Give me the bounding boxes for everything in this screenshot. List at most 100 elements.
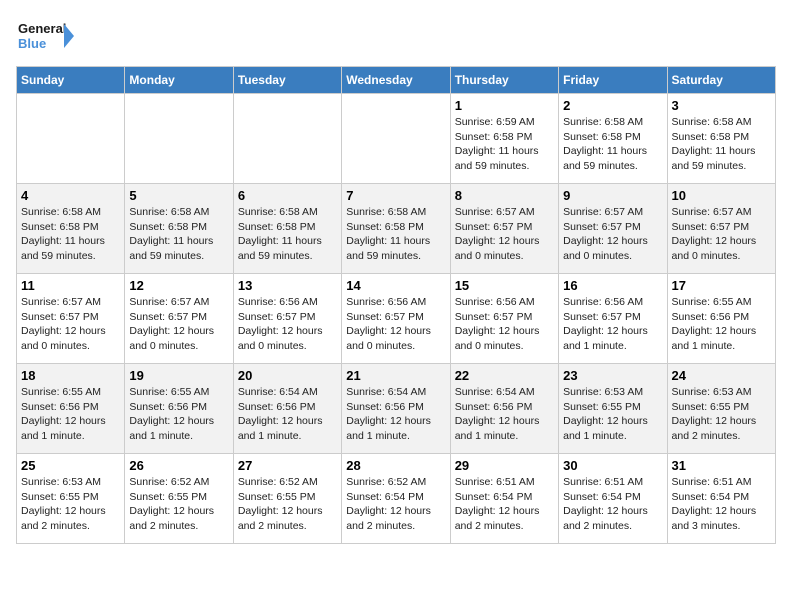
day-info: Sunrise: 6:58 AM Sunset: 6:58 PM Dayligh… (346, 205, 445, 264)
day-info: Sunrise: 6:57 AM Sunset: 6:57 PM Dayligh… (129, 295, 228, 354)
day-number: 21 (346, 368, 445, 383)
weekday-tuesday: Tuesday (233, 67, 341, 94)
calendar-week-4: 18 Sunrise: 6:55 AM Sunset: 6:56 PM Dayli… (17, 364, 776, 454)
calendar-week-1: 1 Sunrise: 6:59 AM Sunset: 6:58 PM Daylig… (17, 94, 776, 184)
svg-text:Blue: Blue (18, 36, 46, 51)
logo: GeneralBlue (16, 16, 76, 56)
day-info: Sunrise: 6:58 AM Sunset: 6:58 PM Dayligh… (563, 115, 662, 174)
day-number: 10 (672, 188, 771, 203)
calendar-cell (125, 94, 233, 184)
calendar-cell: 30 Sunrise: 6:51 AM Sunset: 6:54 PM Dayli… (559, 454, 667, 544)
day-info: Sunrise: 6:57 AM Sunset: 6:57 PM Dayligh… (21, 295, 120, 354)
day-info: Sunrise: 6:54 AM Sunset: 6:56 PM Dayligh… (455, 385, 554, 444)
svg-text:General: General (18, 21, 66, 36)
calendar-cell: 10 Sunrise: 6:57 AM Sunset: 6:57 PM Dayli… (667, 184, 775, 274)
calendar-cell: 19Sunrise: 6:55 AM Sunset: 6:56 PM Dayli… (125, 364, 233, 454)
day-info: Sunrise: 6:58 AM Sunset: 6:58 PM Dayligh… (129, 205, 228, 264)
day-number: 13 (238, 278, 337, 293)
day-number: 24 (672, 368, 771, 383)
day-number: 27 (238, 458, 337, 473)
calendar-cell: 31 Sunrise: 6:51 AM Sunset: 6:54 PM Dayli… (667, 454, 775, 544)
weekday-sunday: Sunday (17, 67, 125, 94)
day-info: Sunrise: 6:59 AM Sunset: 6:58 PM Dayligh… (455, 115, 554, 174)
day-info: Sunrise: 6:51 AM Sunset: 6:54 PM Dayligh… (455, 475, 554, 534)
day-info: Sunrise: 6:53 AM Sunset: 6:55 PM Dayligh… (21, 475, 120, 534)
day-info: Sunrise: 6:56 AM Sunset: 6:57 PM Dayligh… (238, 295, 337, 354)
day-info: Sunrise: 6:58 AM Sunset: 6:58 PM Dayligh… (238, 205, 337, 264)
day-info: Sunrise: 6:56 AM Sunset: 6:57 PM Dayligh… (563, 295, 662, 354)
calendar-cell: 24Sunrise: 6:53 AM Sunset: 6:55 PM Dayli… (667, 364, 775, 454)
day-info: Sunrise: 6:57 AM Sunset: 6:57 PM Dayligh… (672, 205, 771, 264)
calendar-cell (17, 94, 125, 184)
calendar-cell (233, 94, 341, 184)
calendar-table: SundayMondayTuesdayWednesdayThursdayFrid… (16, 66, 776, 544)
day-info: Sunrise: 6:55 AM Sunset: 6:56 PM Dayligh… (129, 385, 228, 444)
calendar-week-2: 4 Sunrise: 6:58 AM Sunset: 6:58 PM Daylig… (17, 184, 776, 274)
day-number: 11 (21, 278, 120, 293)
calendar-cell (342, 94, 450, 184)
weekday-saturday: Saturday (667, 67, 775, 94)
calendar-cell: 12 Sunrise: 6:57 AM Sunset: 6:57 PM Dayli… (125, 274, 233, 364)
day-info: Sunrise: 6:58 AM Sunset: 6:58 PM Dayligh… (672, 115, 771, 174)
day-info: Sunrise: 6:54 AM Sunset: 6:56 PM Dayligh… (346, 385, 445, 444)
day-number: 15 (455, 278, 554, 293)
calendar-cell: 9 Sunrise: 6:57 AM Sunset: 6:57 PM Daylig… (559, 184, 667, 274)
weekday-friday: Friday (559, 67, 667, 94)
day-number: 1 (455, 98, 554, 113)
day-number: 26 (129, 458, 228, 473)
day-info: Sunrise: 6:51 AM Sunset: 6:54 PM Dayligh… (563, 475, 662, 534)
day-info: Sunrise: 6:57 AM Sunset: 6:57 PM Dayligh… (563, 205, 662, 264)
day-info: Sunrise: 6:52 AM Sunset: 6:54 PM Dayligh… (346, 475, 445, 534)
day-number: 8 (455, 188, 554, 203)
weekday-thursday: Thursday (450, 67, 558, 94)
calendar-cell: 4 Sunrise: 6:58 AM Sunset: 6:58 PM Daylig… (17, 184, 125, 274)
day-number: 29 (455, 458, 554, 473)
logo-svg: GeneralBlue (16, 16, 76, 56)
day-info: Sunrise: 6:52 AM Sunset: 6:55 PM Dayligh… (238, 475, 337, 534)
day-info: Sunrise: 6:58 AM Sunset: 6:58 PM Dayligh… (21, 205, 120, 264)
calendar-cell: 16 Sunrise: 6:56 AM Sunset: 6:57 PM Dayli… (559, 274, 667, 364)
day-info: Sunrise: 6:55 AM Sunset: 6:56 PM Dayligh… (672, 295, 771, 354)
day-number: 12 (129, 278, 228, 293)
calendar-cell: 17 Sunrise: 6:55 AM Sunset: 6:56 PM Dayli… (667, 274, 775, 364)
calendar-cell: 5Sunrise: 6:58 AM Sunset: 6:58 PM Daylig… (125, 184, 233, 274)
day-number: 16 (563, 278, 662, 293)
calendar-week-3: 11 Sunrise: 6:57 AM Sunset: 6:57 PM Dayli… (17, 274, 776, 364)
calendar-cell: 13 Sunrise: 6:56 AM Sunset: 6:57 PM Dayli… (233, 274, 341, 364)
calendar-cell: 22 Sunrise: 6:54 AM Sunset: 6:56 PM Dayli… (450, 364, 558, 454)
calendar-cell: 2Sunrise: 6:58 AM Sunset: 6:58 PM Daylig… (559, 94, 667, 184)
day-number: 20 (238, 368, 337, 383)
calendar-cell: 15Sunrise: 6:56 AM Sunset: 6:57 PM Dayli… (450, 274, 558, 364)
calendar-cell: 3 Sunrise: 6:58 AM Sunset: 6:58 PM Daylig… (667, 94, 775, 184)
day-number: 3 (672, 98, 771, 113)
day-number: 7 (346, 188, 445, 203)
day-number: 31 (672, 458, 771, 473)
page-header: GeneralBlue (16, 16, 776, 56)
day-number: 22 (455, 368, 554, 383)
weekday-header-row: SundayMondayTuesdayWednesdayThursdayFrid… (17, 67, 776, 94)
calendar-cell: 14Sunrise: 6:56 AM Sunset: 6:57 PM Dayli… (342, 274, 450, 364)
calendar-cell: 25 Sunrise: 6:53 AM Sunset: 6:55 PM Dayli… (17, 454, 125, 544)
calendar-cell: 18 Sunrise: 6:55 AM Sunset: 6:56 PM Dayli… (17, 364, 125, 454)
day-number: 18 (21, 368, 120, 383)
calendar-cell: 11 Sunrise: 6:57 AM Sunset: 6:57 PM Dayli… (17, 274, 125, 364)
day-info: Sunrise: 6:51 AM Sunset: 6:54 PM Dayligh… (672, 475, 771, 534)
day-info: Sunrise: 6:56 AM Sunset: 6:57 PM Dayligh… (346, 295, 445, 354)
day-number: 9 (563, 188, 662, 203)
day-number: 30 (563, 458, 662, 473)
day-number: 6 (238, 188, 337, 203)
calendar-cell: 23Sunrise: 6:53 AM Sunset: 6:55 PM Dayli… (559, 364, 667, 454)
day-number: 17 (672, 278, 771, 293)
calendar-cell: 27 Sunrise: 6:52 AM Sunset: 6:55 PM Dayli… (233, 454, 341, 544)
calendar-cell: 29 Sunrise: 6:51 AM Sunset: 6:54 PM Dayli… (450, 454, 558, 544)
day-number: 28 (346, 458, 445, 473)
day-number: 4 (21, 188, 120, 203)
day-info: Sunrise: 6:55 AM Sunset: 6:56 PM Dayligh… (21, 385, 120, 444)
weekday-monday: Monday (125, 67, 233, 94)
calendar-body: 1 Sunrise: 6:59 AM Sunset: 6:58 PM Daylig… (17, 94, 776, 544)
day-number: 25 (21, 458, 120, 473)
calendar-cell: 8Sunrise: 6:57 AM Sunset: 6:57 PM Daylig… (450, 184, 558, 274)
calendar-cell: 26Sunrise: 6:52 AM Sunset: 6:55 PM Dayli… (125, 454, 233, 544)
calendar-cell: 7 Sunrise: 6:58 AM Sunset: 6:58 PM Daylig… (342, 184, 450, 274)
weekday-wednesday: Wednesday (342, 67, 450, 94)
